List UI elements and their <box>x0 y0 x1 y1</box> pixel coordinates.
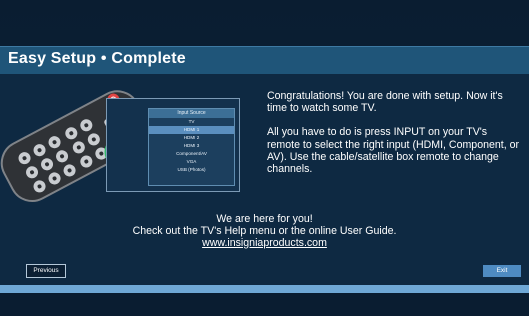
support-website-link[interactable]: www.insigniaproducts.com <box>0 237 529 250</box>
menu-item-hdmi1: HDMI 1 <box>149 126 234 134</box>
page-title: Easy Setup • Complete <box>8 50 186 67</box>
completion-message: Congratulations! You are done with setup… <box>267 90 522 187</box>
input-source-title: Input Source <box>149 109 234 118</box>
previous-button[interactable]: Previous <box>26 264 66 278</box>
title-bar: Easy Setup • Complete <box>0 46 529 75</box>
menu-item-usb: USB (Photos) <box>177 167 206 172</box>
input-source-menu-illustration: Input Source TV HDMI 1 HDMI 2 HDMI 3 Com… <box>148 108 235 186</box>
congrats-paragraph: Congratulations! You are done with setup… <box>267 90 503 115</box>
menu-item-component-av: Component/AV <box>176 151 207 156</box>
menu-item-tv: TV <box>188 119 195 124</box>
instructions-paragraph: All you have to do is press INPUT on you… <box>267 126 520 176</box>
bottom-strip <box>0 293 529 316</box>
menu-item-vga: VGA <box>186 159 197 164</box>
setup-progress-fill <box>0 285 529 293</box>
setup-screen: Easy Setup • Complete Input Source TV HD… <box>0 0 529 316</box>
support-message: We are here for you! Check out the TV's … <box>0 213 529 250</box>
menu-item-hdmi2: HDMI 2 <box>183 135 200 140</box>
menu-item-hdmi3: HDMI 3 <box>183 143 200 148</box>
support-line2: Check out the TV's Help menu or the onli… <box>132 224 397 237</box>
exit-button[interactable]: Exit <box>483 265 521 277</box>
setup-progress-bar <box>0 285 529 293</box>
